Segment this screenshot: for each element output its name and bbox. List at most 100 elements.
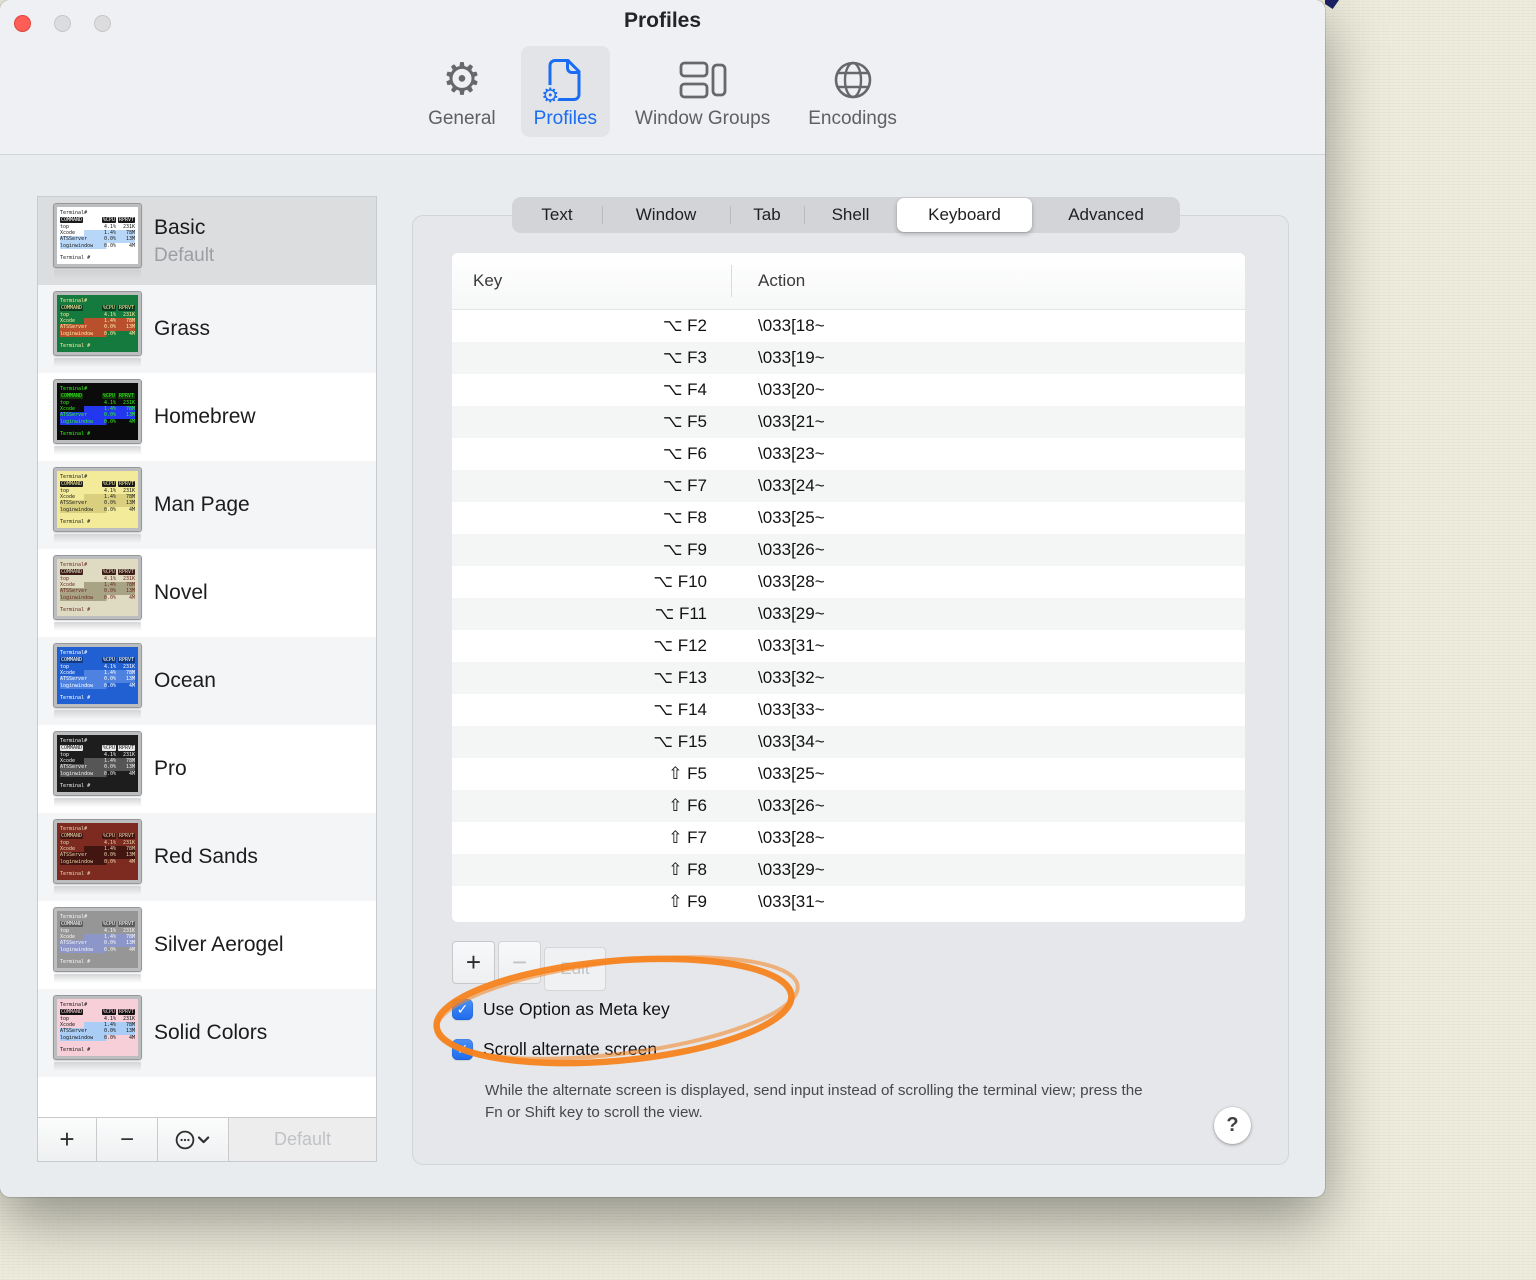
remove-key-button[interactable]: − — [498, 941, 541, 984]
shortcut-row[interactable]: ⌥ F6 \033[23~ — [452, 438, 1245, 470]
profile-default-badge: Default — [154, 244, 215, 266]
tab-window[interactable]: Window — [602, 197, 730, 233]
action-cell: \033[20~ — [758, 380, 825, 399]
toolbar-item-profiles[interactable]: ⚙ Profiles — [520, 46, 611, 137]
help-button[interactable]: ? — [1214, 1107, 1251, 1144]
key-cell: ⌥ F10 — [653, 572, 707, 591]
profile-thumbnail: Terminal# COMMAND %CPU RPRVT top 4.1% 231K Xcod… — [53, 554, 142, 620]
profile-row-silver-aerogel[interactable]: Terminal# COMMAND %CPU RPRVT top 4.1% 231K Xcod… — [38, 901, 376, 989]
tab-text[interactable]: Text — [512, 197, 602, 233]
shortcut-row[interactable]: ⌥ F8 \033[25~ — [452, 502, 1245, 534]
titlebar: Profiles ⚙ General ⚙ Profiles Window Gro… — [0, 0, 1325, 155]
action-cell: \033[33~ — [758, 700, 825, 719]
edit-key-button[interactable]: Edit — [544, 947, 606, 991]
keyboard-shortcuts-table[interactable]: Key Action ⌥ F2 \033[18~ ⌥ F3 \033[19~ ⌥ F4 \… — [452, 253, 1245, 922]
thumbnail-reflection — [54, 533, 141, 543]
key-cell: ⌥ F11 — [654, 604, 707, 623]
profile-row-grass[interactable]: Terminal# COMMAND %CPU RPRVT top 4.1% 231K Xcod… — [38, 285, 376, 373]
shortcut-row[interactable]: ⌥ F15 \033[34~ — [452, 726, 1245, 758]
key-cell: ⇧ F6 — [668, 796, 707, 815]
profile-name: Man Page — [154, 493, 250, 516]
window-title: Profiles — [623, 9, 702, 32]
add-key-button[interactable]: + — [452, 941, 495, 984]
use-option-as-meta-key-checkbox[interactable]: ✓ Use Option as Meta key — [452, 999, 670, 1020]
tab-advanced[interactable]: Advanced — [1032, 197, 1180, 233]
shortcut-row[interactable]: ⌥ F13 \033[32~ — [452, 662, 1245, 694]
alternate-screen-help-text: While the alternate screen is displayed,… — [485, 1082, 1143, 1121]
shortcut-row[interactable]: ⌥ F4 \033[20~ — [452, 374, 1245, 406]
shortcut-row[interactable]: ⌥ F11 \033[29~ — [452, 598, 1245, 630]
tab-keyboard[interactable]: Keyboard — [897, 198, 1032, 232]
key-cell: ⇧ F7 — [668, 828, 707, 847]
tab-shell[interactable]: Shell — [804, 197, 897, 233]
key-cell: ⌥ F14 — [653, 700, 707, 719]
action-cell: \033[24~ — [758, 476, 825, 495]
shortcut-row[interactable]: ⇧ F9 \033[31~ — [452, 886, 1245, 918]
profile-row-ocean[interactable]: Terminal# COMMAND %CPU RPRVT top 4.1% 231K Xcod… — [38, 637, 376, 725]
profile-sidebar: Terminal# COMMAND %CPU RPRVT top 4.1% 231K Xcod… — [37, 196, 377, 1162]
action-cell: \033[21~ — [758, 412, 825, 431]
shortcut-row[interactable]: ⌥ F2 \033[18~ — [452, 310, 1245, 342]
action-cell: \033[31~ — [758, 892, 825, 911]
scroll-alternate-screen-checkbox[interactable]: ✓ Scroll alternate screen — [452, 1039, 657, 1060]
toolbar-item-window-groups[interactable]: Window Groups — [622, 46, 783, 137]
checkbox-checked-icon: ✓ — [452, 999, 473, 1020]
shortcut-row[interactable]: ⌥ F7 \033[24~ — [452, 470, 1245, 502]
profile-actions-menu-button[interactable] — [158, 1118, 229, 1161]
action-cell: \033[26~ — [758, 540, 825, 559]
profile-row-red-sands[interactable]: Terminal# COMMAND %CPU RPRVT top 4.1% 231K Xcod… — [38, 813, 376, 901]
preferences-toolbar: ⚙ General ⚙ Profiles Window Groups Encod… — [0, 46, 1325, 137]
key-cell: ⇧ F8 — [668, 860, 707, 879]
profile-row-basic[interactable]: Terminal# COMMAND %CPU RPRVT top 4.1% 231K Xcod… — [38, 197, 376, 285]
action-cell: \033[18~ — [758, 316, 825, 335]
profile-thumbnail: Terminal# COMMAND %CPU RPRVT top 4.1% 231K Xcod… — [53, 202, 142, 268]
thumbnail-reflection — [54, 357, 141, 367]
action-cell: \033[32~ — [758, 668, 825, 687]
profile-thumbnail: Terminal# COMMAND %CPU RPRVT top 4.1% 231K Xcod… — [53, 730, 142, 796]
shortcut-row[interactable]: ⌥ F9 \033[26~ — [452, 534, 1245, 566]
remove-profile-button[interactable]: − — [97, 1118, 158, 1161]
action-cell: \033[29~ — [758, 604, 825, 623]
action-column-header: Action — [758, 271, 806, 290]
shortcut-row[interactable]: ⌥ F3 \033[19~ — [452, 342, 1245, 374]
desktop-icon-fragment — [1325, 0, 1339, 9]
key-cell: ⌥ F15 — [653, 732, 707, 751]
thumbnail-reflection — [54, 973, 141, 983]
profile-thumbnail: Terminal# COMMAND %CPU RPRVT top 4.1% 231K Xcod… — [53, 466, 142, 532]
shortcut-row[interactable]: ⇧ F6 \033[26~ — [452, 790, 1245, 822]
profile-name: Solid Colors — [154, 1021, 268, 1044]
key-cell: ⇧ F5 — [668, 764, 707, 783]
profile-name: Novel — [154, 581, 208, 604]
profile-thumbnail: Terminal# COMMAND %CPU RPRVT top 4.1% 231K Xcod… — [53, 378, 142, 444]
set-default-button[interactable]: Default — [229, 1118, 376, 1161]
profile-row-solid-colors[interactable]: Terminal# COMMAND %CPU RPRVT top 4.1% 231K Xcod… — [38, 989, 376, 1077]
profile-thumbnail: Terminal# COMMAND %CPU RPRVT top 4.1% 231K Xcod… — [53, 994, 142, 1060]
profile-name: Red Sands — [154, 845, 258, 868]
toolbar-item-general[interactable]: ⚙ General — [415, 46, 509, 137]
shortcut-row[interactable]: ⌥ F5 \033[21~ — [452, 406, 1245, 438]
action-cell: \033[28~ — [758, 572, 825, 591]
key-cell: ⌥ F6 — [662, 444, 707, 463]
key-cell: ⌥ F8 — [662, 508, 707, 527]
shortcut-row[interactable]: ⌥ F14 \033[33~ — [452, 694, 1245, 726]
profile-thumbnail: Terminal# COMMAND %CPU RPRVT top 4.1% 231K Xcod… — [53, 642, 142, 708]
profile-row-homebrew[interactable]: Terminal# COMMAND %CPU RPRVT top 4.1% 231K Xcod… — [38, 373, 376, 461]
shortcut-row[interactable]: ⇧ F8 \033[29~ — [452, 854, 1245, 886]
profile-thumbnail: Terminal# COMMAND %CPU RPRVT top 4.1% 231K Xcod… — [53, 818, 142, 884]
shortcut-row[interactable]: ⌥ F10 \033[28~ — [452, 566, 1245, 598]
toolbar-item-encodings[interactable]: Encodings — [795, 46, 910, 137]
shortcut-row[interactable]: ⇧ F5 \033[25~ — [452, 758, 1245, 790]
shortcut-row[interactable]: ⌥ F12 \033[31~ — [452, 630, 1245, 662]
tab-tab[interactable]: Tab — [730, 197, 804, 233]
profile-document-icon: ⚙ — [541, 54, 582, 106]
profile-row-pro[interactable]: Terminal# COMMAND %CPU RPRVT top 4.1% 231K Xcod… — [38, 725, 376, 813]
checkbox-label: Use Option as Meta key — [483, 999, 670, 1019]
profile-thumbnail: Terminal# COMMAND %CPU RPRVT top 4.1% 231K Xcod… — [53, 290, 142, 356]
checkbox-label: Scroll alternate screen — [483, 1039, 658, 1059]
profile-name: Grass — [154, 317, 211, 340]
profile-row-man-page[interactable]: Terminal# COMMAND %CPU RPRVT top 4.1% 231K Xcod… — [38, 461, 376, 549]
add-profile-button[interactable]: + — [38, 1118, 97, 1161]
profile-thumbnail: Terminal# COMMAND %CPU RPRVT top 4.1% 231K Xcod… — [53, 906, 142, 972]
profile-row-novel[interactable]: Terminal# COMMAND %CPU RPRVT top 4.1% 231K Xcod… — [38, 549, 376, 637]
shortcut-row[interactable]: ⇧ F7 \033[28~ — [452, 822, 1245, 854]
